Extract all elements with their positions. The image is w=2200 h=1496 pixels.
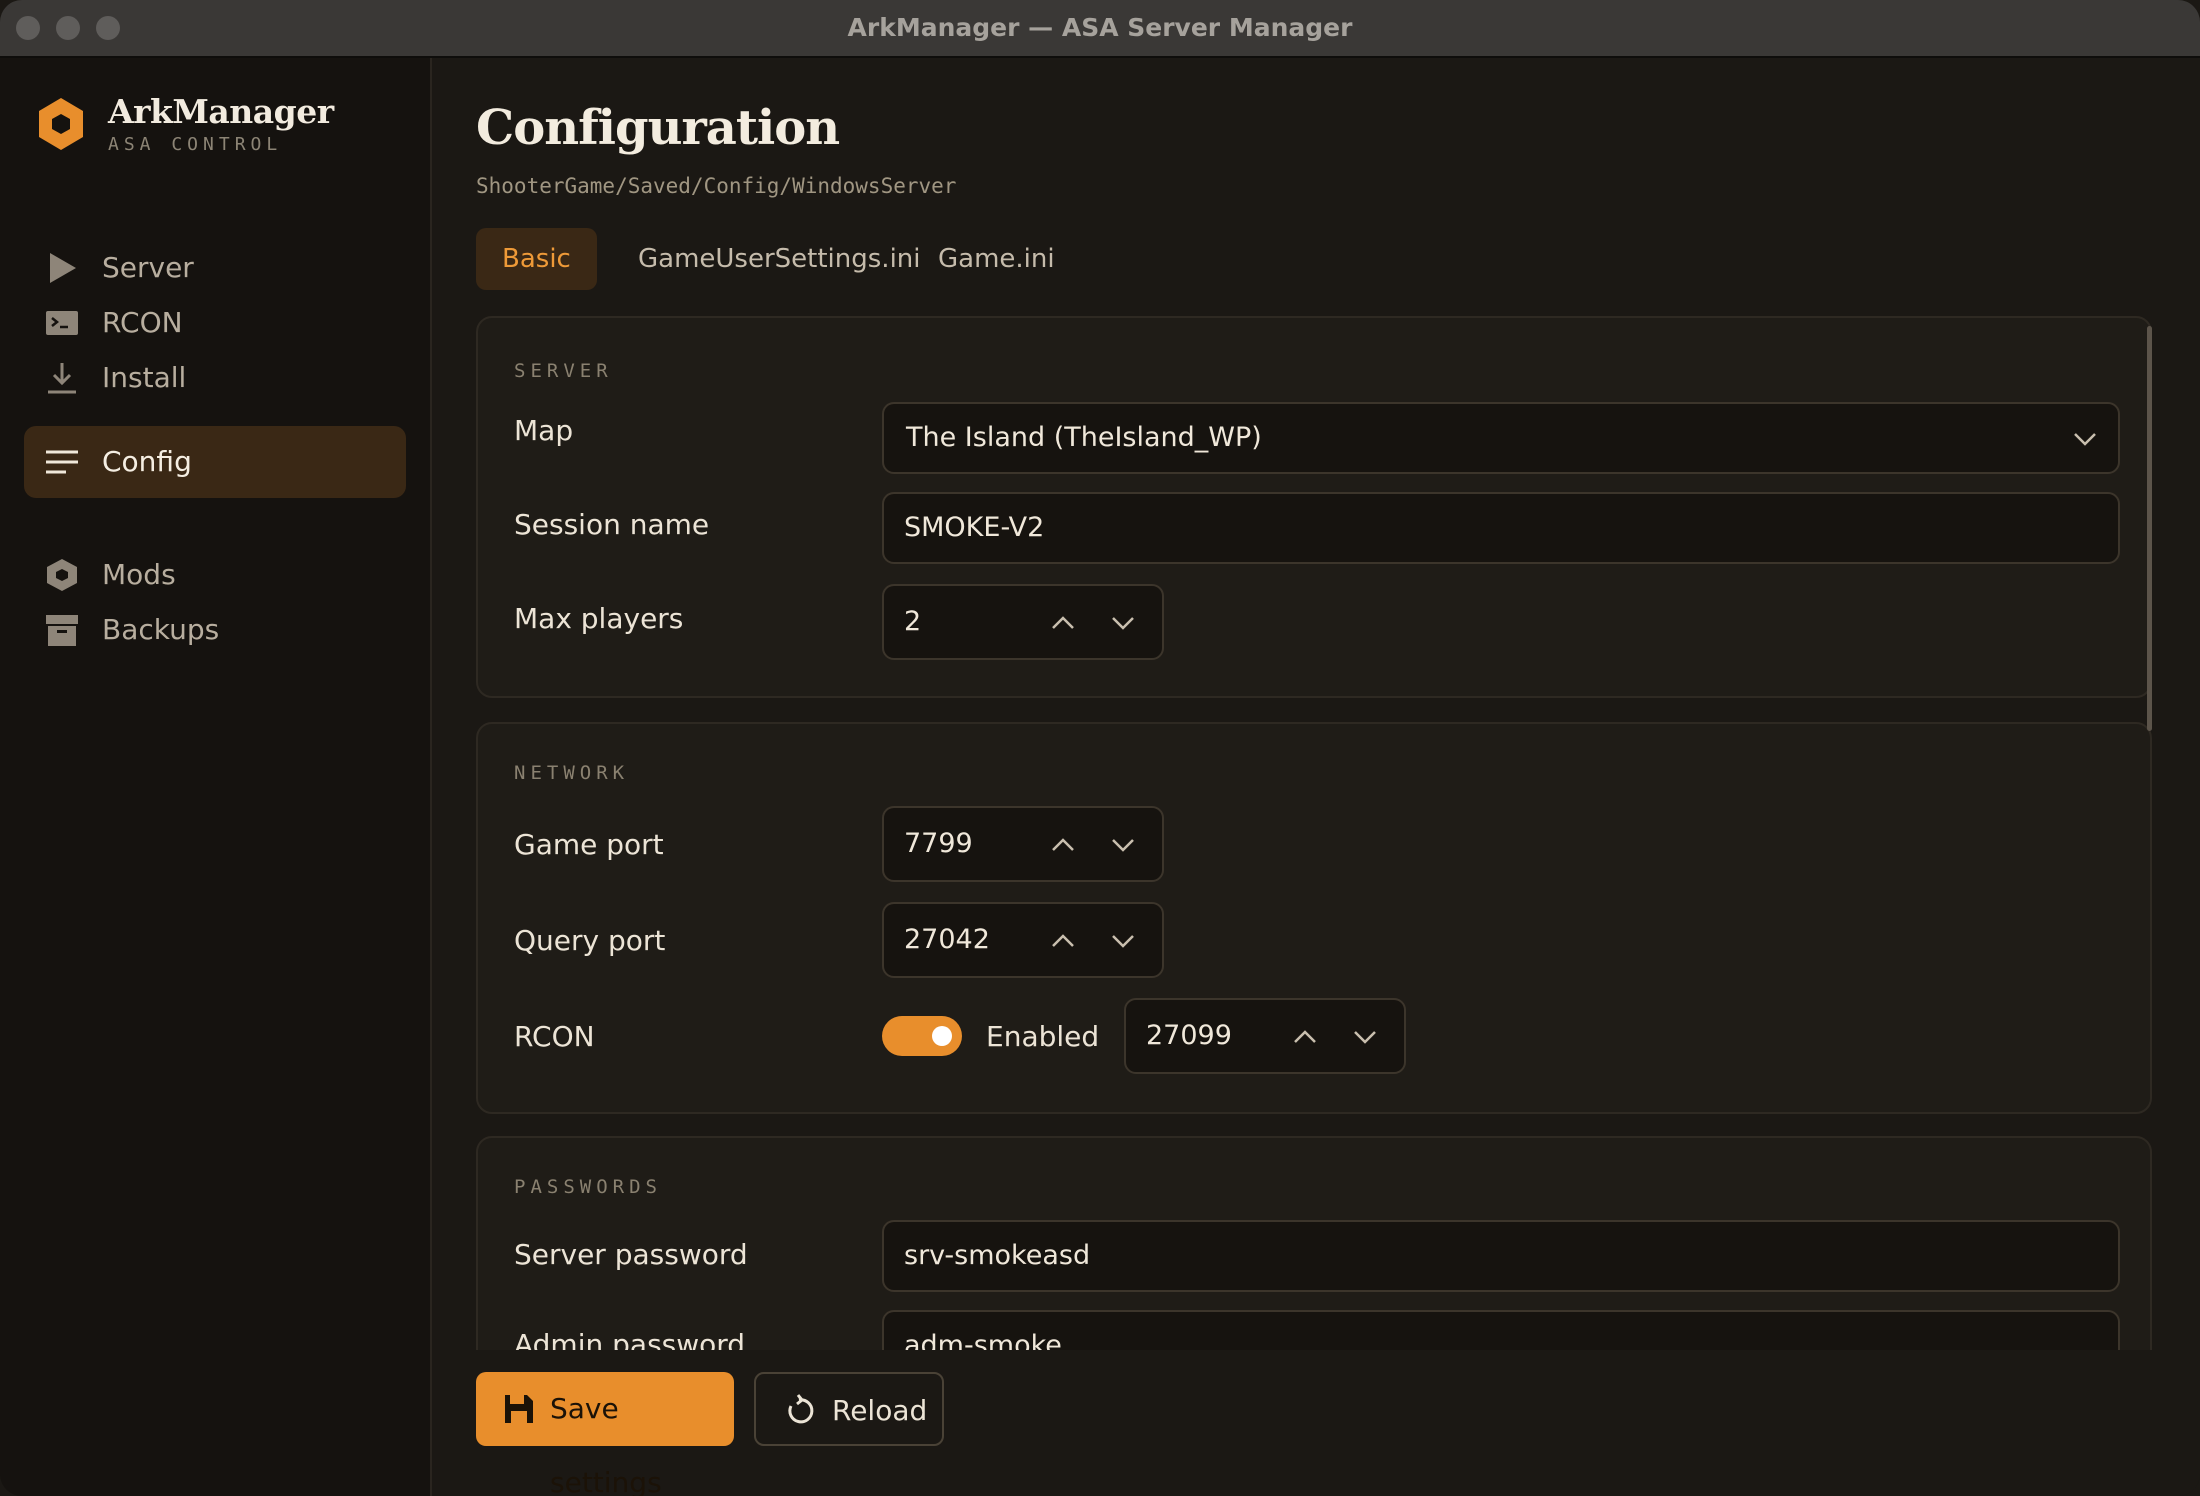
query-port-stepper[interactable]: 27042 (882, 902, 1164, 978)
chevron-up-icon[interactable] (1290, 1022, 1320, 1052)
hexagon-icon (47, 559, 77, 591)
page-title: Configuration (476, 100, 840, 156)
query-port-value: 27042 (904, 924, 990, 955)
max-players-value: 2 (904, 606, 922, 637)
floppy-disk-icon (505, 1395, 533, 1423)
session-name-input[interactable]: SMOKE-V2 (882, 492, 2120, 564)
chevron-up-icon[interactable] (1048, 608, 1078, 638)
sidebar-item-label: Backups (102, 613, 220, 646)
save-settings-button[interactable]: Save settings (476, 1372, 734, 1496)
sidebar-item-config[interactable]: Config (24, 426, 406, 498)
toggle-knob (932, 1026, 952, 1046)
query-port-label: Query port (514, 924, 666, 957)
max-players-label: Max players (514, 602, 684, 635)
game-port-stepper[interactable]: 7799 (882, 806, 1164, 882)
rcon-toggle-label: Enabled (986, 1020, 1100, 1053)
sidebar-item-label: Config (102, 445, 192, 478)
terminal-icon (46, 311, 78, 335)
server-password-input[interactable]: srv-smokeasd (882, 1220, 2120, 1292)
rcon-port-value: 27099 (1146, 1020, 1232, 1051)
archive-icon (46, 615, 78, 646)
brand-name: ArkManager (108, 92, 334, 131)
title-bar[interactable]: ArkManager — ASA Server Manager (0, 0, 2200, 58)
window-title: ArkManager — ASA Server Manager (847, 13, 1353, 42)
chevron-down-icon[interactable] (1108, 830, 1138, 860)
section-title: SERVER (514, 360, 613, 382)
app-window: ArkManager — ASA Server Manager ArkManag… (0, 0, 2200, 1496)
sidebar: ArkManager ASA CONTROL Server RCON Insta… (0, 58, 432, 1496)
sidebar-item-install[interactable]: Install (24, 342, 406, 414)
max-players-stepper[interactable]: 2 (882, 584, 1164, 660)
session-name-label: Session name (514, 508, 710, 541)
map-value: The Island (TheIsland_WP) (906, 422, 1262, 453)
session-name-value: SMOKE-V2 (904, 512, 1045, 543)
chevron-up-icon[interactable] (1048, 830, 1078, 860)
map-label: Map (514, 414, 574, 447)
rcon-port-stepper[interactable]: 27099 (1124, 998, 1406, 1074)
map-select[interactable]: The Island (TheIsland_WP) (882, 402, 2120, 474)
sidebar-item-label: Install (102, 361, 187, 394)
play-icon (50, 253, 76, 283)
main-content: Configuration ShooterGame/Saved/Config/W… (432, 58, 2200, 1496)
server-section: SERVER Map The Island (TheIsland_WP) Ses… (476, 316, 2152, 698)
chevron-down-icon[interactable] (1108, 926, 1138, 956)
reload-icon (788, 1394, 814, 1424)
chevron-down-icon (2074, 433, 2096, 446)
save-settings-label: Save settings (550, 1392, 662, 1496)
sidebar-item-backups[interactable]: Backups (24, 594, 406, 666)
hexagon-logo-icon (39, 98, 83, 150)
game-port-label: Game port (514, 828, 664, 861)
footer-bar: Save settings Reload (432, 1350, 2200, 1496)
tab-gameusersettings[interactable]: GameUserSettings.ini (612, 228, 947, 290)
menu-lines-icon (46, 450, 78, 474)
brand-subtitle: ASA CONTROL (108, 134, 283, 155)
rcon-enabled-toggle[interactable] (882, 1016, 962, 1056)
server-password-label: Server password (514, 1238, 748, 1271)
download-icon (48, 363, 76, 394)
game-port-value: 7799 (904, 828, 973, 859)
reload-label: Reload (832, 1394, 928, 1427)
chevron-down-icon[interactable] (1350, 1022, 1380, 1052)
network-section: NETWORK Game port 7799 Query port 27042 (476, 722, 2152, 1114)
section-title: NETWORK (514, 762, 630, 784)
server-password-value: srv-smokeasd (904, 1240, 1091, 1271)
rcon-label: RCON (514, 1020, 595, 1053)
scrollbar[interactable] (2147, 326, 2152, 731)
chevron-up-icon[interactable] (1048, 926, 1078, 956)
section-title: PASSWORDS (514, 1176, 662, 1198)
chevron-down-icon[interactable] (1108, 608, 1138, 638)
reload-button[interactable]: Reload (754, 1372, 944, 1446)
config-path: ShooterGame/Saved/Config/WindowsServer (476, 174, 957, 198)
tab-game-ini[interactable]: Game.ini (912, 228, 1081, 290)
tab-basic[interactable]: Basic (476, 228, 597, 290)
